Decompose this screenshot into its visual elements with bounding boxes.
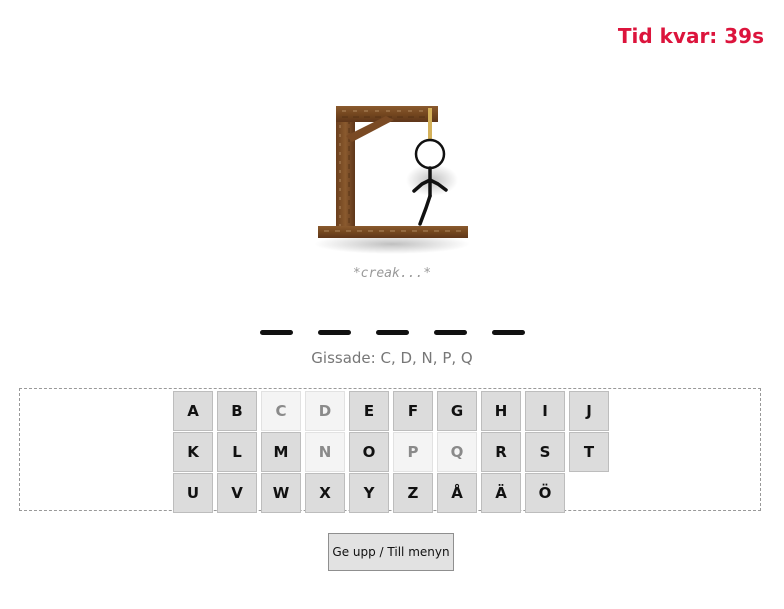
letter-key-k[interactable]: K — [173, 432, 213, 472]
word-letter-slot — [317, 330, 351, 335]
gallows-base — [318, 226, 468, 238]
letter-key-o[interactable]: O — [349, 432, 389, 472]
letter-key-t[interactable]: T — [569, 432, 609, 472]
figure-head — [414, 138, 446, 170]
word-letter-slot — [259, 330, 293, 335]
letter-key-s[interactable]: S — [525, 432, 565, 472]
letter-key-ä[interactable]: Ä — [481, 473, 521, 513]
letter-key-l[interactable]: L — [217, 432, 257, 472]
letter-key-m[interactable]: M — [261, 432, 301, 472]
word-letter-slot — [491, 330, 525, 335]
letter-key-p: P — [393, 432, 433, 472]
letter-key-q: Q — [437, 432, 477, 472]
letter-key-d: D — [305, 391, 345, 431]
letter-key-c: C — [261, 391, 301, 431]
letter-key-v[interactable]: V — [217, 473, 257, 513]
letter-key-å[interactable]: Å — [437, 473, 477, 513]
letter-key-ö[interactable]: Ö — [525, 473, 565, 513]
status-sound-text: *creak...* — [352, 266, 432, 281]
letter-key-h[interactable]: H — [481, 391, 521, 431]
gallows-icon — [314, 106, 470, 254]
letter-key-g[interactable]: G — [437, 391, 477, 431]
letter-key-e[interactable]: E — [349, 391, 389, 431]
letter-key-y[interactable]: Y — [349, 473, 389, 513]
time-remaining: Tid kvar: 39s — [617, 24, 764, 48]
give-up-button[interactable]: Ge upp / Till menyn — [328, 533, 454, 571]
letter-key-r[interactable]: R — [481, 432, 521, 472]
letter-key-x[interactable]: X — [305, 473, 345, 513]
letter-key-f[interactable]: F — [393, 391, 433, 431]
figure-leg — [418, 194, 432, 226]
word-letter-slot — [375, 330, 409, 335]
letter-key-z[interactable]: Z — [393, 473, 433, 513]
letter-key-u[interactable]: U — [173, 473, 213, 513]
letter-keyboard: ABCDEFGHIJKLMNOPQRSTUVWXYZÅÄÖ — [19, 388, 761, 513]
gallows-post — [336, 106, 355, 234]
keyboard-row: UVWXYZÅÄÖ — [173, 473, 565, 513]
word-letter-slot — [433, 330, 467, 335]
letter-key-i[interactable]: I — [525, 391, 565, 431]
rope — [428, 108, 432, 140]
letter-key-a[interactable]: A — [173, 391, 213, 431]
keyboard-row: KLMNOPQRST — [173, 432, 609, 472]
letter-key-j[interactable]: J — [569, 391, 609, 431]
letter-key-n: N — [305, 432, 345, 472]
letter-key-w[interactable]: W — [261, 473, 301, 513]
letter-key-b[interactable]: B — [217, 391, 257, 431]
keyboard-row: ABCDEFGHIJ — [173, 391, 609, 431]
word-blanks — [0, 330, 784, 335]
guessed-letters: Gissade: C, D, N, P, Q — [311, 349, 473, 367]
hangman-game: Tid kvar: 39s *creak...* Gissade: C, D, … — [0, 0, 784, 609]
